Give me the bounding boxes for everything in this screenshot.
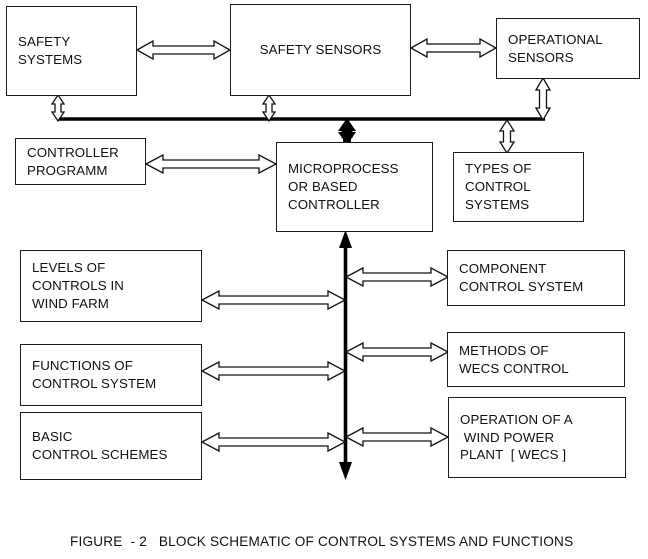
block-operation-of-wind-power-plant-line3: PLANT [ WECS ] — [460, 447, 567, 463]
block-safety-systems-line1: SAFETY — [18, 34, 71, 50]
arrow-bus-to-microprocessor — [338, 118, 356, 145]
arrow-spine-component-control-system — [344, 266, 450, 288]
block-safety-sensors-line1: SAFETY SENSORS — [259, 42, 382, 58]
block-component-control-system[interactable]: COMPONENT CONTROL SYSTEM — [447, 250, 625, 306]
block-operational-sensors[interactable]: OPERATIONAL SENSORS — [496, 18, 640, 79]
block-basic-control-schemes[interactable]: BASIC CONTROL SCHEMES — [20, 412, 202, 480]
arrow-basic-control-schemes-spine — [200, 431, 347, 453]
block-component-control-system-line2: CONTROL SYSTEM — [459, 279, 584, 294]
block-types-of-control-systems-line1: TYPES OF — [465, 161, 532, 177]
arrow-controller-programm-microprocessor — [144, 153, 278, 175]
block-safety-systems[interactable]: SAFETY SYSTEMS — [6, 6, 137, 96]
block-types-of-control-systems-line2: CONTROL — [465, 179, 531, 195]
arrow-safety-systems-to-bus — [50, 93, 66, 123]
block-microprocessor-controller[interactable]: MICROPROCESS OR BASED CONTROLLER — [276, 142, 433, 232]
block-diagram: SAFETY SYSTEMS SAFETY SENSORS OPERATIONA… — [0, 0, 648, 559]
block-operational-sensors-line2: SENSORS — [508, 49, 574, 65]
arrow-functions-of-control-system-spine — [200, 360, 347, 382]
block-safety-sensors[interactable]: SAFETY SENSORS — [230, 4, 411, 96]
arrow-safety-systems-safety-sensors — [135, 39, 232, 61]
block-controller-programm-line2: PROGRAMM — [27, 162, 108, 178]
block-basic-control-schemes-line1: BASIC — [32, 429, 73, 445]
block-operation-of-wind-power-plant-line1: OPERATION OF A — [460, 411, 573, 427]
arrow-safety-sensors-to-bus — [261, 93, 277, 123]
block-controller-programm-line1: CONTROLLER — [27, 144, 119, 160]
arrow-levels-of-controls-spine — [200, 289, 347, 311]
block-functions-of-control-system[interactable]: FUNCTIONS OF CONTROL SYSTEM — [20, 344, 202, 406]
block-microprocessor-controller-line2: OR BASED — [288, 179, 358, 195]
block-microprocessor-controller-line1: MICROPROCESS — [288, 161, 399, 177]
block-operation-of-wind-power-plant-line2: WIND POWER — [460, 429, 555, 445]
arrow-safety-sensors-operational-sensors — [409, 37, 498, 59]
block-types-of-control-systems-line3: SYSTEMS — [465, 196, 530, 212]
block-methods-of-wecs-control-line2: WECS CONTROL — [459, 360, 569, 376]
block-controller-programm[interactable]: CONTROLLER PROGRAMM — [15, 138, 146, 185]
block-methods-of-wecs-control[interactable]: METHODS OF WECS CONTROL — [447, 332, 625, 387]
block-methods-of-wecs-control-line1: METHODS OF — [459, 342, 549, 358]
arrow-operational-sensors-to-bus — [534, 76, 552, 122]
block-types-of-control-systems[interactable]: TYPES OF CONTROL SYSTEMS — [453, 152, 584, 222]
block-component-control-system-line1: COMPONENT — [459, 261, 547, 277]
block-levels-of-controls-line2: CONTROLS IN — [32, 278, 124, 294]
arrow-spine-methods-of-wecs-control — [344, 341, 450, 363]
block-operational-sensors-line1: OPERATIONAL — [508, 31, 603, 47]
block-functions-of-control-system-line1: FUNCTIONS OF — [32, 358, 133, 374]
arrow-spine-operation-of-wind-power-plant — [344, 426, 450, 448]
figure-caption: FIGURE - 2 BLOCK SCHEMATIC OF CONTROL SY… — [70, 534, 574, 549]
block-microprocessor-controller-line3: CONTROLLER — [288, 196, 380, 212]
block-basic-control-schemes-line2: CONTROL SCHEMES — [32, 447, 168, 462]
block-safety-systems-line2: SYSTEMS — [18, 52, 83, 67]
block-operation-of-wind-power-plant[interactable]: OPERATION OF A WIND POWER PLANT [ WECS ] — [448, 397, 626, 478]
block-functions-of-control-system-line2: CONTROL SYSTEM — [32, 376, 157, 391]
block-levels-of-controls[interactable]: LEVELS OF CONTROLS IN WIND FARM — [20, 250, 202, 322]
block-levels-of-controls-line3: WIND FARM — [32, 295, 109, 311]
block-levels-of-controls-line1: LEVELS OF — [32, 260, 106, 276]
arrow-bus-to-types-of-control-systems — [498, 118, 516, 155]
